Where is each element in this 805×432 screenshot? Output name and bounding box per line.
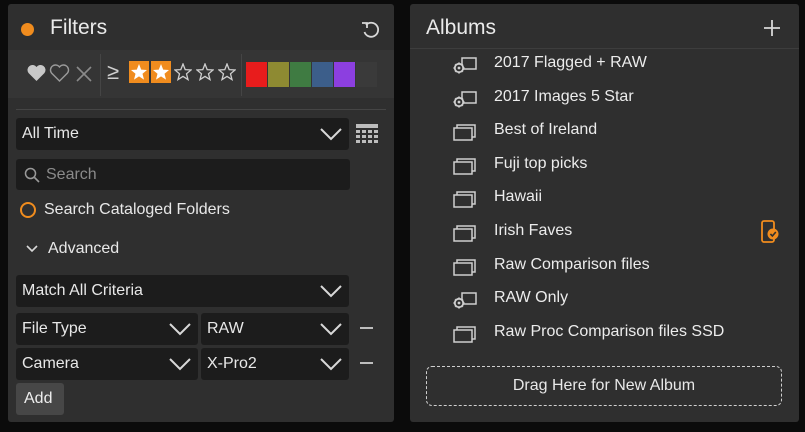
albums-header: Albums xyxy=(410,4,799,48)
color-swatch-green[interactable] xyxy=(290,62,311,87)
match-mode-dropdown[interactable]: Match All Criteria xyxy=(16,275,349,307)
calendar-icon[interactable] xyxy=(355,123,379,145)
star-selected-icon[interactable] xyxy=(151,61,171,83)
filters-title: Filters xyxy=(50,16,108,39)
divider xyxy=(241,54,242,96)
albums-title: Albums xyxy=(426,16,497,39)
smart-album-icon xyxy=(453,292,477,309)
album-icon xyxy=(453,124,476,141)
advanced-toggle[interactable]: Advanced xyxy=(48,240,119,258)
color-swatch-purple[interactable] xyxy=(334,62,355,87)
plus-icon[interactable] xyxy=(762,18,782,38)
filters-active-indicator[interactable] xyxy=(21,23,34,36)
new-album-drop-zone[interactable]: Drag Here for New Album xyxy=(426,366,782,406)
divider xyxy=(16,109,386,110)
album-item[interactable]: Raw Comparison files xyxy=(452,250,782,282)
albums-panel: Albums 2017 Flagged + RAW 2017 Images 5 S… xyxy=(410,4,799,422)
star-selected-icon[interactable] xyxy=(129,61,149,83)
album-item[interactable]: RAW Only xyxy=(452,283,782,315)
album-item[interactable]: 2017 Flagged + RAW xyxy=(452,48,782,80)
color-swatch-blue[interactable] xyxy=(312,62,333,87)
album-icon xyxy=(453,225,476,242)
album-item[interactable]: Raw Proc Comparison files SSD xyxy=(452,317,782,349)
remove-criteria-icon[interactable] xyxy=(360,362,373,364)
album-name: Best of Ireland xyxy=(494,121,598,139)
rating-operator[interactable]: ≥ xyxy=(107,59,119,85)
criteria-value-dropdown[interactable]: RAW xyxy=(201,313,349,345)
filters-header: Filters xyxy=(8,4,394,48)
criteria-value: X-Pro2 xyxy=(207,355,257,372)
album-icon xyxy=(453,258,476,276)
match-mode-value: Match All Criteria xyxy=(22,282,143,299)
star-outline-icon[interactable] xyxy=(195,61,215,83)
add-criteria-button[interactable]: Add xyxy=(16,383,64,415)
divider xyxy=(100,54,101,96)
drop-zone-label: Drag Here for New Album xyxy=(512,377,696,394)
date-range-value: All Time xyxy=(22,125,79,142)
search-input[interactable]: Search xyxy=(16,159,350,190)
album-name: 2017 Flagged + RAW xyxy=(494,54,647,71)
chevron-down-icon[interactable] xyxy=(26,244,38,254)
chevron-down-icon xyxy=(169,323,191,336)
chevron-down-icon xyxy=(169,358,191,371)
date-range-dropdown[interactable]: All Time xyxy=(16,118,349,150)
star-outline-icon[interactable] xyxy=(173,61,193,83)
album-item[interactable]: Best of Ireland xyxy=(452,115,782,147)
criteria-value-dropdown[interactable]: X-Pro2 xyxy=(201,348,349,380)
album-item[interactable]: Irish Faves xyxy=(452,216,782,248)
add-label: Add xyxy=(24,390,53,407)
criteria-field-dropdown[interactable]: File Type xyxy=(16,313,198,345)
color-swatch-red[interactable] xyxy=(246,62,267,87)
x-icon[interactable] xyxy=(74,64,94,84)
album-name: Raw Comparison files xyxy=(494,255,650,273)
search-placeholder: Search xyxy=(46,166,97,183)
smart-album-icon xyxy=(453,90,477,108)
mobile-sync-icon[interactable] xyxy=(760,220,780,244)
chevron-down-icon xyxy=(320,128,342,141)
album-icon xyxy=(453,326,476,343)
heart-filled-icon[interactable] xyxy=(26,63,47,83)
criteria-field-value: Camera xyxy=(22,355,79,372)
remove-criteria-icon[interactable] xyxy=(360,327,373,329)
album-name: Hawaii xyxy=(494,188,543,206)
album-name: 2017 Images 5 Star xyxy=(494,87,634,105)
search-cataloged-folders-radio[interactable] xyxy=(20,202,36,218)
heart-outline-icon[interactable] xyxy=(49,63,70,83)
search-cataloged-folders-label[interactable]: Search Cataloged Folders xyxy=(44,201,230,219)
smart-album-icon xyxy=(453,57,477,74)
album-icon xyxy=(453,158,476,175)
color-swatch-yellow[interactable] xyxy=(268,62,289,87)
color-swatch-none[interactable] xyxy=(356,62,377,87)
filters-panel: Filters ≥ All Time Search Search Catalog… xyxy=(8,4,394,422)
chevron-down-icon xyxy=(320,358,342,371)
chevron-down-icon xyxy=(320,285,342,298)
album-item[interactable]: 2017 Images 5 Star xyxy=(452,82,782,114)
chevron-down-icon xyxy=(320,323,342,336)
album-name: Irish Faves xyxy=(494,222,573,239)
album-name: Fuji top picks xyxy=(494,154,588,172)
album-item[interactable]: Hawaii xyxy=(452,182,782,214)
star-outline-icon[interactable] xyxy=(217,61,237,83)
search-icon xyxy=(24,167,40,183)
criteria-field-value: File Type xyxy=(22,320,87,337)
album-item[interactable]: Fuji top picks xyxy=(452,149,782,181)
criteria-value: RAW xyxy=(207,320,244,337)
album-icon xyxy=(453,191,476,209)
album-name: Raw Proc Comparison files SSD xyxy=(494,322,725,340)
criteria-field-dropdown[interactable]: Camera xyxy=(16,348,198,380)
album-name: RAW Only xyxy=(494,289,569,307)
reset-icon[interactable] xyxy=(360,20,382,40)
